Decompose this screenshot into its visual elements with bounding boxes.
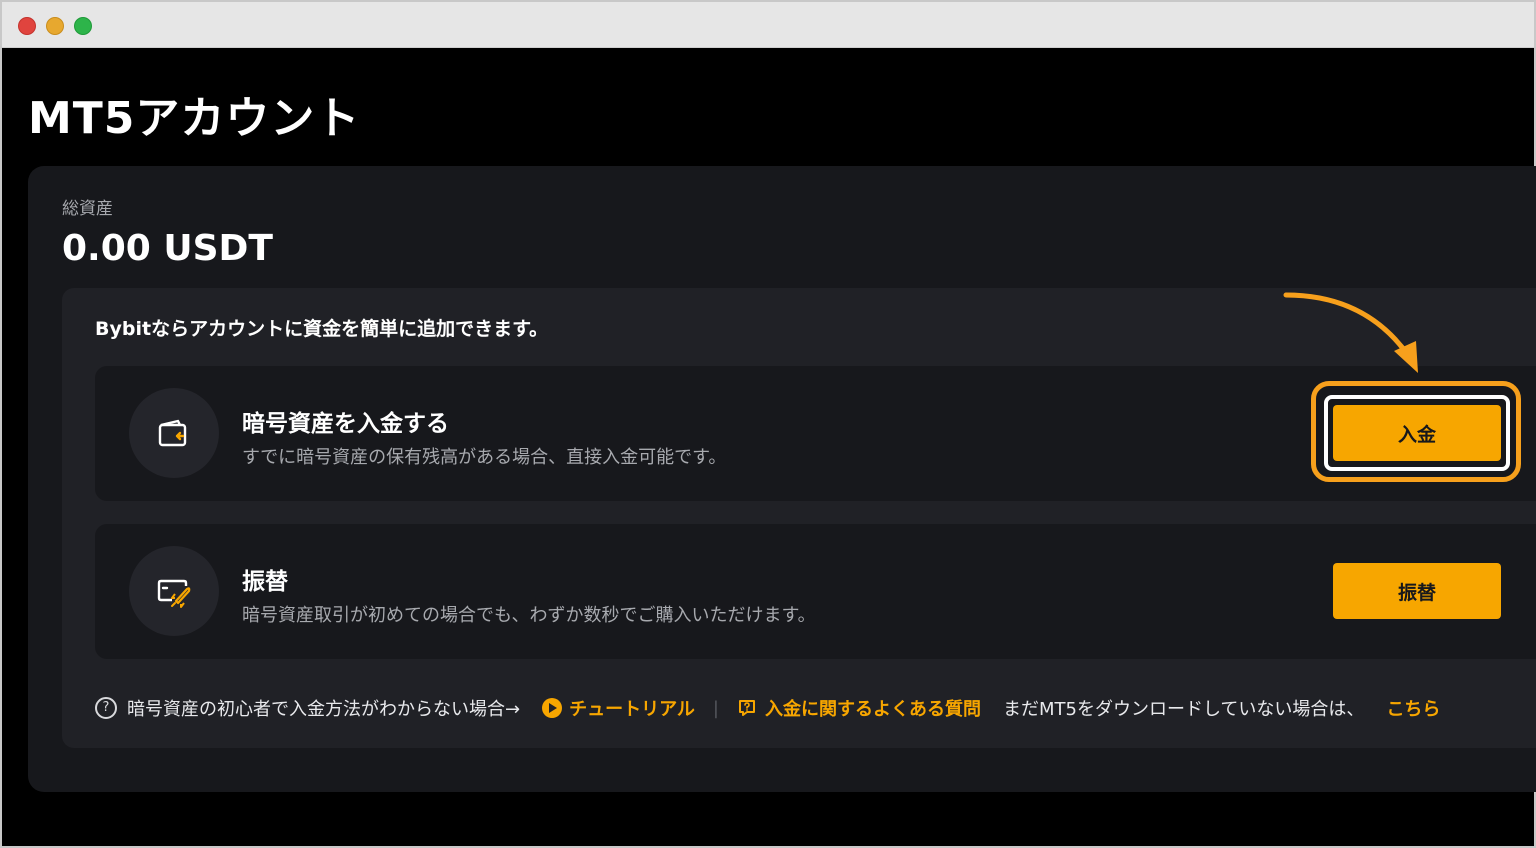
tutorial-link-label: チュートリアル xyxy=(569,699,695,720)
wallet-deposit-icon xyxy=(129,388,219,478)
deposit-option-title: 暗号資産を入金する xyxy=(242,411,449,437)
download-text: まだMT5をダウンロードしていない場合は、 xyxy=(1003,699,1365,720)
footer-help-row: ? 暗号資産の初心者で入金方法がわからない場合→ チュートリアル | 入金に関す… xyxy=(95,694,1440,722)
transfer-button[interactable]: 振替 xyxy=(1333,563,1501,619)
transfer-option-description: 暗号資産取引が初めての場合でも、わずか数秒でご購入いただけます。 xyxy=(242,605,816,626)
transfer-option-title: 振替 xyxy=(242,569,288,595)
annotation-arrow xyxy=(1283,292,1418,373)
download-link[interactable]: こちら xyxy=(1386,695,1440,721)
faq-icon xyxy=(739,700,755,716)
total-assets-label: 総資産 xyxy=(62,199,113,219)
funding-intro-text: Bybitならアカウントに資金を簡単に追加できます。 xyxy=(95,318,549,340)
help-text: 暗号資産の初心者で入金方法がわからない場合→ xyxy=(127,699,521,720)
play-icon xyxy=(542,698,563,718)
minimize-window-button[interactable] xyxy=(46,17,64,35)
close-window-button[interactable] xyxy=(18,17,36,35)
rocket-transfer-icon xyxy=(129,546,219,636)
faq-link-label: 入金に関するよくある質問 xyxy=(765,699,981,720)
transfer-option-card: 振替 暗号資産取引が初めての場合でも、わずか数秒でご購入いただけます。 xyxy=(95,524,1536,659)
footer-separator: | xyxy=(712,697,719,719)
total-assets-value: 0.00 USDT xyxy=(62,228,273,269)
tutorial-link[interactable]: チュートリアル xyxy=(520,695,695,721)
maximize-window-button[interactable] xyxy=(74,17,92,35)
question-circle-icon: ? xyxy=(95,697,117,719)
faq-link[interactable]: 入金に関するよくある質問 xyxy=(737,695,981,721)
window-titlebar xyxy=(2,2,1534,48)
deposit-button[interactable]: 入金 xyxy=(1333,405,1501,461)
deposit-option-description: すでに暗号資産の保有残高がある場合、直接入金可能です。 xyxy=(242,447,727,468)
page-title: MT5アカウント xyxy=(28,93,361,144)
